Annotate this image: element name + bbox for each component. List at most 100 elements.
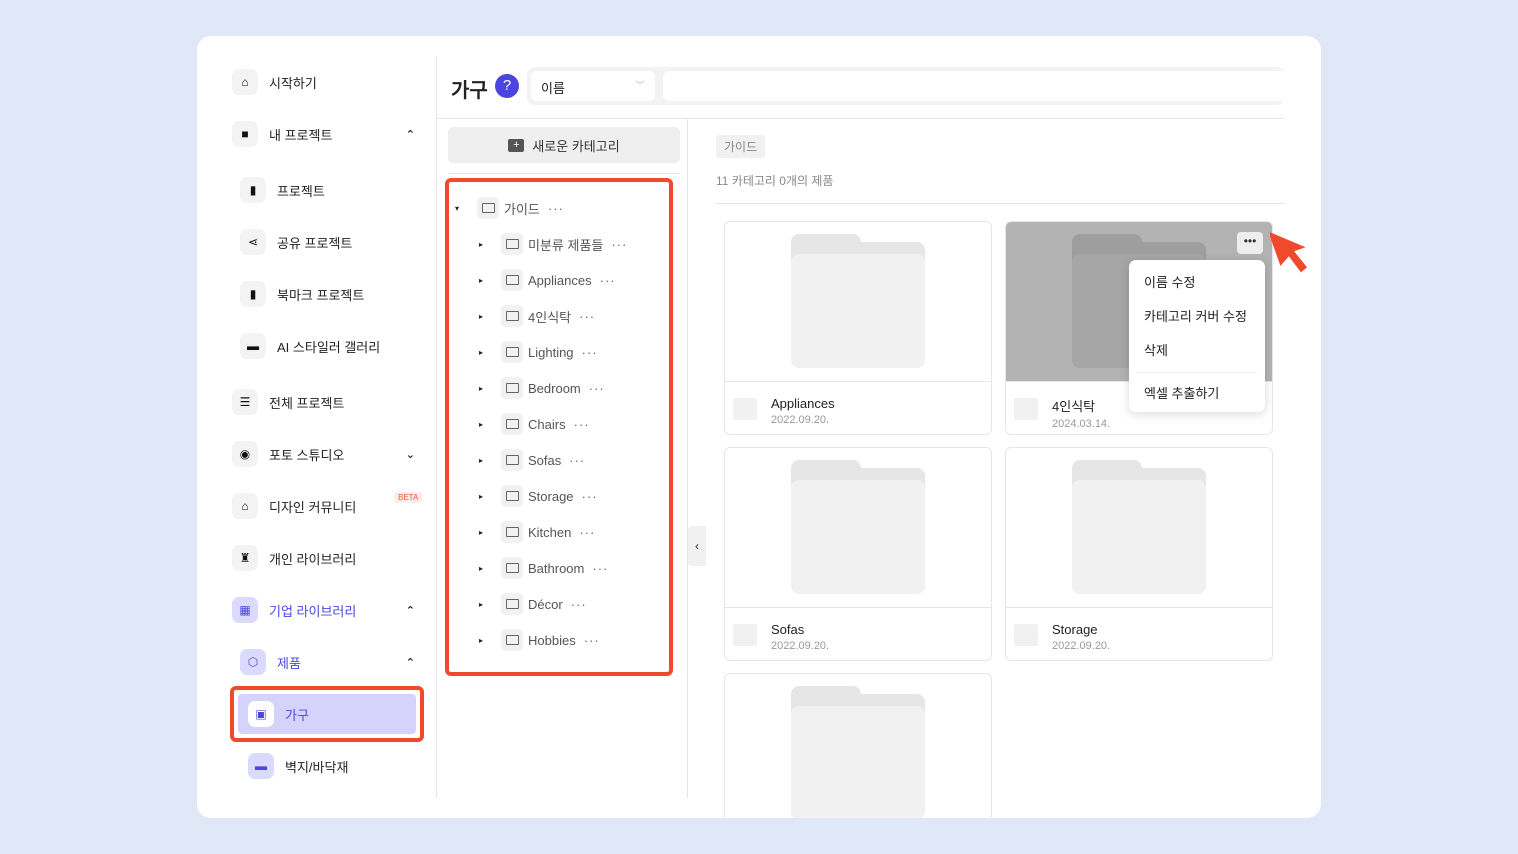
folder-icon xyxy=(501,485,523,507)
category-name: Appliances xyxy=(771,396,835,411)
caret-right-icon[interactable]: ▸ xyxy=(479,312,501,321)
folder-icon xyxy=(501,377,523,399)
sidebar-item[interactable]: ⌂ 시작하기 xyxy=(232,68,415,96)
caret-right-icon[interactable]: ▸ xyxy=(479,636,501,645)
more-icon[interactable]: ··· xyxy=(579,309,595,324)
more-icon[interactable]: ··· xyxy=(600,273,616,288)
page-title: 가구 xyxy=(451,80,488,102)
tree-node[interactable]: ▸ Lighting ··· xyxy=(479,340,598,364)
more-icon[interactable]: ··· xyxy=(589,381,605,396)
sidebar-item[interactable]: ⋖ 공유 프로젝트 xyxy=(240,228,415,256)
sidebar-item[interactable]: ▣ 가구 xyxy=(248,700,415,728)
menu-item[interactable]: 엑셀 추출하기 xyxy=(1129,377,1265,411)
context-menu: 이름 수정 카테고리 커버 수정 삭제엑셀 추출하기 xyxy=(1129,260,1265,412)
tree-node[interactable]: ▸ Appliances ··· xyxy=(479,268,616,292)
tree-node[interactable]: ▸ Storage ··· xyxy=(479,484,598,508)
category-cover xyxy=(1006,448,1272,608)
folder-icon xyxy=(1014,398,1038,420)
sidebar-item[interactable]: ■ 내 프로젝트 ⌃ xyxy=(232,120,415,148)
sidebar-item[interactable]: ⬡ 제품 ⌃ xyxy=(240,648,415,676)
category-tree: ▾ 가이드 ··· ▸ 미분류 제품들 ··· ▸ Appliances ··· ▸ 4인식탁 ···… xyxy=(445,178,673,676)
tree-node[interactable]: ▸ Décor ··· xyxy=(479,592,587,616)
more-icon[interactable]: ··· xyxy=(579,525,595,540)
category-card[interactable]: Storage 2022.09.20. xyxy=(1005,447,1273,661)
caret-right-icon[interactable]: ▸ xyxy=(479,564,501,573)
more-icon[interactable]: ··· xyxy=(582,489,598,504)
new-category-button[interactable]: + 새로운 카테고리 xyxy=(448,127,680,163)
more-icon[interactable]: ··· xyxy=(584,633,600,648)
folder-icon xyxy=(501,305,523,327)
divider xyxy=(716,203,1285,204)
sidebar-item[interactable]: ▮ 프로젝트 xyxy=(240,176,415,204)
folder-icon xyxy=(501,449,523,471)
category-card[interactable]: Sofas 2022.09.20. xyxy=(724,447,992,661)
more-icon[interactable]: ··· xyxy=(571,597,587,612)
folder-icon xyxy=(733,624,757,646)
sidebar-item[interactable]: ⌂ 디자인 커뮤니티 xyxy=(232,492,415,520)
folder-icon xyxy=(733,398,757,420)
more-options-button[interactable]: ••• xyxy=(1237,232,1263,254)
card-footer: Appliances 2022.09.20. xyxy=(733,396,835,426)
caret-right-icon[interactable]: ▸ xyxy=(479,600,501,609)
caret-right-icon[interactable]: ▸ xyxy=(479,456,501,465)
category-card[interactable] xyxy=(724,673,992,818)
chevron-up-icon[interactable]: ⌃ xyxy=(406,128,415,141)
more-icon[interactable]: ··· xyxy=(611,237,627,252)
sidebar-item-label: 내 프로젝트 xyxy=(269,127,333,143)
tree-node[interactable]: ▸ Bedroom ··· xyxy=(479,376,605,400)
collapse-panel-button[interactable]: ‹ xyxy=(688,526,706,566)
more-icon[interactable]: ··· xyxy=(592,561,608,576)
help-icon[interactable]: ? xyxy=(495,74,519,98)
more-icon[interactable]: ··· xyxy=(582,345,598,360)
chevron-up-icon[interactable]: ⌃ xyxy=(406,656,415,669)
chevron-down-icon: ﹀ xyxy=(635,81,645,92)
tree-node[interactable]: ▸ Hobbies ··· xyxy=(479,628,600,652)
sidebar-item[interactable]: ◉ 포토 스튜디오 ⌄ xyxy=(232,440,415,468)
store-icon: ▦ xyxy=(232,597,258,623)
folder-icon xyxy=(501,629,523,651)
tree-node[interactable]: ▸ Kitchen ··· xyxy=(479,520,595,544)
sidebar-item[interactable]: ☰ 전체 프로젝트 xyxy=(232,388,415,416)
category-card[interactable]: Appliances 2022.09.20. xyxy=(724,221,992,435)
menu-item[interactable]: 삭제 xyxy=(1129,334,1265,368)
breadcrumb[interactable]: 가이드 xyxy=(716,135,766,158)
menu-item[interactable]: 카테고리 커버 수정 xyxy=(1129,300,1265,334)
tree-node[interactable]: ▸ Sofas ··· xyxy=(479,448,585,472)
caret-right-icon[interactable]: ▸ xyxy=(479,492,501,501)
chevron-down-icon[interactable]: ⌄ xyxy=(406,448,415,461)
caret-right-icon[interactable]: ▸ xyxy=(479,348,501,357)
sidebar-item-label: 포토 스튜디오 xyxy=(269,447,345,463)
caret-down-icon[interactable]: ▾ xyxy=(455,204,477,213)
sort-select[interactable]: 이름 ﹀ xyxy=(531,71,655,101)
menu-item[interactable]: 이름 수정 xyxy=(1129,266,1265,300)
sidebar-item[interactable]: ▬ AI 스타일러 갤러리 xyxy=(240,332,415,360)
sidebar-item-label: 프로젝트 xyxy=(277,183,325,199)
sidebar-item[interactable]: ▬ 벽지/바닥재 xyxy=(248,752,415,780)
caret-right-icon[interactable]: ▸ xyxy=(479,240,501,249)
divider xyxy=(437,118,1285,119)
more-icon[interactable]: ··· xyxy=(548,201,564,216)
beta-badge: BETA xyxy=(394,492,423,503)
tree-node[interactable]: ▸ Chairs ··· xyxy=(479,412,590,436)
tree-node[interactable]: ▸ Bathroom ··· xyxy=(479,556,608,580)
tree-node[interactable]: ▸ 미분류 제품들 ··· xyxy=(479,232,627,256)
search-input[interactable] xyxy=(663,71,1285,101)
sidebar-item[interactable]: ♜ 개인 라이브러리 xyxy=(232,544,415,572)
more-icon[interactable]: ··· xyxy=(574,417,590,432)
home-icon: ⌂ xyxy=(232,69,258,95)
caret-right-icon[interactable]: ▸ xyxy=(479,384,501,393)
sidebar-item[interactable]: ▦ 기업 라이브러리 ⌃ xyxy=(232,596,415,624)
chevron-up-icon[interactable]: ⌃ xyxy=(406,604,415,617)
caret-right-icon[interactable]: ▸ xyxy=(479,528,501,537)
tree-node[interactable]: ▾ 가이드 ··· xyxy=(455,196,564,220)
more-icon[interactable]: ··· xyxy=(569,453,585,468)
tree-node[interactable]: ▸ 4인식탁 ··· xyxy=(479,304,595,328)
folder-icon xyxy=(501,413,523,435)
sidebar-item[interactable]: ▮ 북마크 프로젝트 xyxy=(240,280,415,308)
caret-right-icon[interactable]: ▸ xyxy=(479,276,501,285)
tree-node-label: Décor xyxy=(528,596,563,612)
server-icon: ☰ xyxy=(232,389,258,415)
box-icon: ⬡ xyxy=(240,649,266,675)
card-footer: Sofas 2022.09.20. xyxy=(733,622,829,652)
caret-right-icon[interactable]: ▸ xyxy=(479,420,501,429)
